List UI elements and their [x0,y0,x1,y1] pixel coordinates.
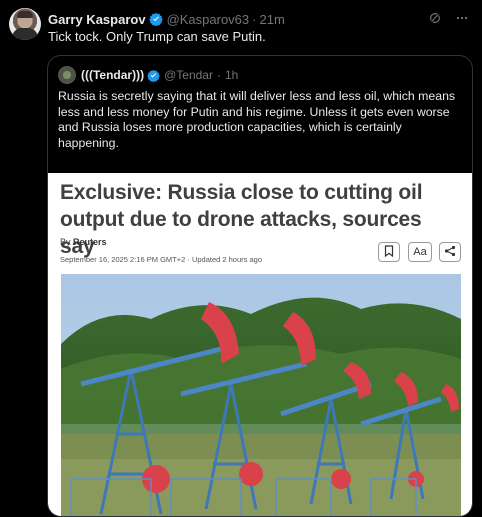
post-text: Tick tock. Only Trump can save Putin. [48,29,266,44]
quoted-header: (((Tendar))) @Tendar · 1h [58,66,238,84]
article-source: Reuters [73,237,107,247]
quoted-avatar [58,66,76,84]
article-headline: Exclusive: Russia close to cutting oil o… [60,181,423,258]
more-options-icon[interactable] [454,11,470,28]
bookmark-icon [384,244,394,260]
quoted-post[interactable]: (((Tendar))) @Tendar · 1h Russia is secr… [47,55,473,517]
post-header: Garry Kasparov @Kasparov63 · 21m [48,10,470,28]
share-icon [444,245,456,260]
article-byline: By Reuters [60,237,107,247]
verified-badge-icon [147,69,160,82]
article-date: September 16, 2025 2:16 PM GMT+2 · Updat… [60,255,262,264]
share-button[interactable] [439,242,461,262]
quoted-author-name: (((Tendar))) [81,68,145,82]
bookmark-button[interactable] [378,242,400,262]
font-size-button[interactable]: Aa [408,242,432,262]
post-timestamp[interactable]: 21m [259,12,284,27]
quoted-timestamp: 1h [224,68,239,82]
article-photo [61,274,461,516]
author-handle[interactable]: @Kasparov63 [167,12,250,27]
quoted-author-handle: @Tendar [164,68,213,82]
grok-icon[interactable] [428,11,442,28]
author-avatar[interactable] [9,8,41,40]
byline-prefix: By [60,237,71,247]
verified-badge-icon [148,12,163,26]
separator-dot: · [252,11,257,27]
separator-dot: · [216,68,221,82]
article-card[interactable]: Exclusive: Russia close to cutting oil o… [48,173,472,516]
author-name[interactable]: Garry Kasparov [48,12,146,27]
quoted-text: Russia is secretly saying that it will d… [58,89,456,150]
